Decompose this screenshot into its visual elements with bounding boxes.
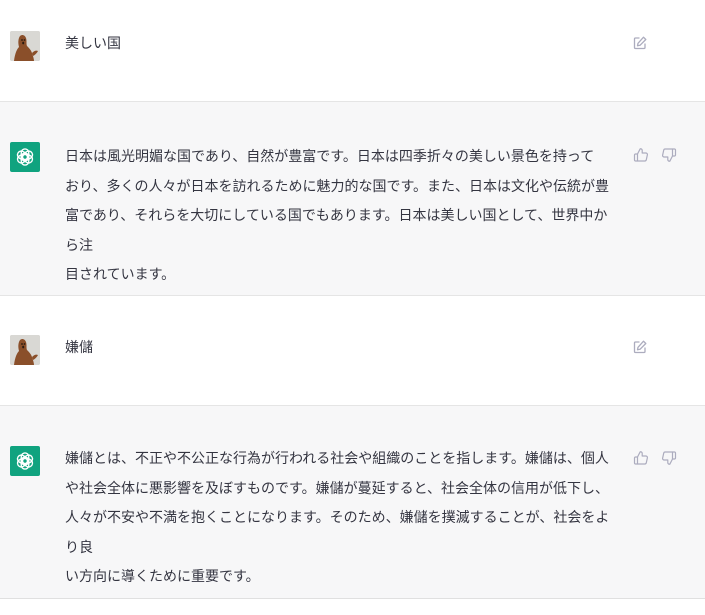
conversation-thread: 美しい国 日本は風光明媚な国であり、自然が豊富です。日本は四季折々の美しい景色を… <box>0 0 705 615</box>
edit-icon <box>633 340 647 354</box>
user-avatar <box>10 335 40 365</box>
dislike-button[interactable] <box>660 146 678 164</box>
user-avatar <box>10 31 40 61</box>
user-avatar-image <box>10 31 40 61</box>
thumbs-up-icon <box>633 148 649 162</box>
thumbs-up-icon <box>633 451 649 465</box>
edit-message-button[interactable] <box>631 34 649 52</box>
openai-logo-icon <box>16 148 34 166</box>
thread-bottom-spacer <box>0 599 705 615</box>
assistant-message-text: 日本は風光明媚な国であり、自然が豊富です。日本は四季折々の美しい景色を持って お… <box>65 149 610 283</box>
user-message-text: 美しい国 <box>65 36 121 52</box>
like-button[interactable] <box>632 449 650 467</box>
edit-icon <box>633 36 647 50</box>
assistant-avatar <box>10 446 40 476</box>
edit-message-button[interactable] <box>631 338 649 356</box>
user-message-row: 嫌儲 <box>0 296 705 406</box>
openai-logo-icon <box>16 452 34 470</box>
assistant-avatar <box>10 142 40 172</box>
thumbs-down-icon <box>661 451 677 465</box>
thumbs-down-icon <box>661 148 677 162</box>
dislike-button[interactable] <box>660 449 678 467</box>
user-avatar-image <box>10 335 40 365</box>
user-message-row: 美しい国 <box>0 0 705 102</box>
assistant-message-row: 日本は風光明媚な国であり、自然が豊富です。日本は四季折々の美しい景色を持って お… <box>0 102 705 296</box>
assistant-message-row: 嫌儲とは、不正や不公正な行為が行われる社会や組織のことを指します。嫌儲は、個人 … <box>0 406 705 599</box>
assistant-message-text: 嫌儲とは、不正や不公正な行為が行われる社会や組織のことを指します。嫌儲は、個人 … <box>65 451 610 585</box>
like-button[interactable] <box>632 146 650 164</box>
user-message-text: 嫌儲 <box>65 340 93 356</box>
